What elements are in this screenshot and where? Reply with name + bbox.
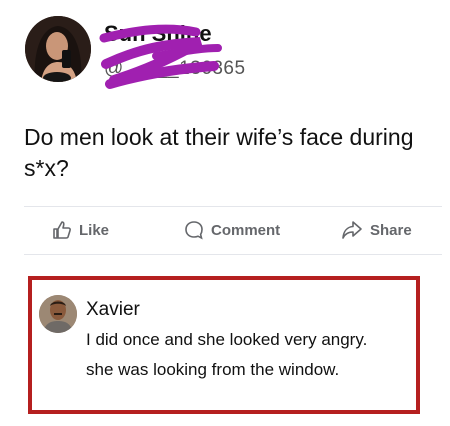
speech-bubble-icon — [185, 221, 203, 240]
comment-avatar-image — [39, 295, 77, 333]
post-body-text: Do men look at their wife’s face during … — [24, 124, 414, 181]
comment-author-name[interactable]: Xavier — [86, 299, 140, 321]
highlighted-comment: Xavier I did once and she looked very an… — [28, 276, 420, 414]
divider-bottom — [24, 254, 442, 255]
comment-author-avatar[interactable] — [39, 295, 77, 333]
comment-button[interactable]: Comment — [184, 212, 280, 248]
author-avatar-image — [25, 16, 91, 82]
redaction-scribble — [99, 24, 222, 89]
divider-top — [24, 206, 442, 207]
share-label: Share — [370, 221, 412, 239]
post-card: Sun Shine @_____136365 Do men look at th… — [0, 0, 450, 426]
author-avatar[interactable] — [25, 16, 91, 82]
post-action-bar: Like Comment Share — [24, 212, 442, 248]
comment-line-2: she was looking from the window. — [86, 360, 340, 379]
like-label: Like — [79, 221, 110, 239]
comment-body: I did once and she looked very angry. sh… — [86, 325, 416, 385]
share-button[interactable]: Share — [341, 212, 412, 248]
comment-label: Comment — [211, 221, 281, 239]
share-arrow-icon — [342, 221, 362, 239]
comment-line-1: I did once and she looked very angry. — [86, 330, 368, 349]
thumbs-up-icon — [53, 221, 71, 239]
like-button[interactable]: Like — [52, 212, 109, 248]
